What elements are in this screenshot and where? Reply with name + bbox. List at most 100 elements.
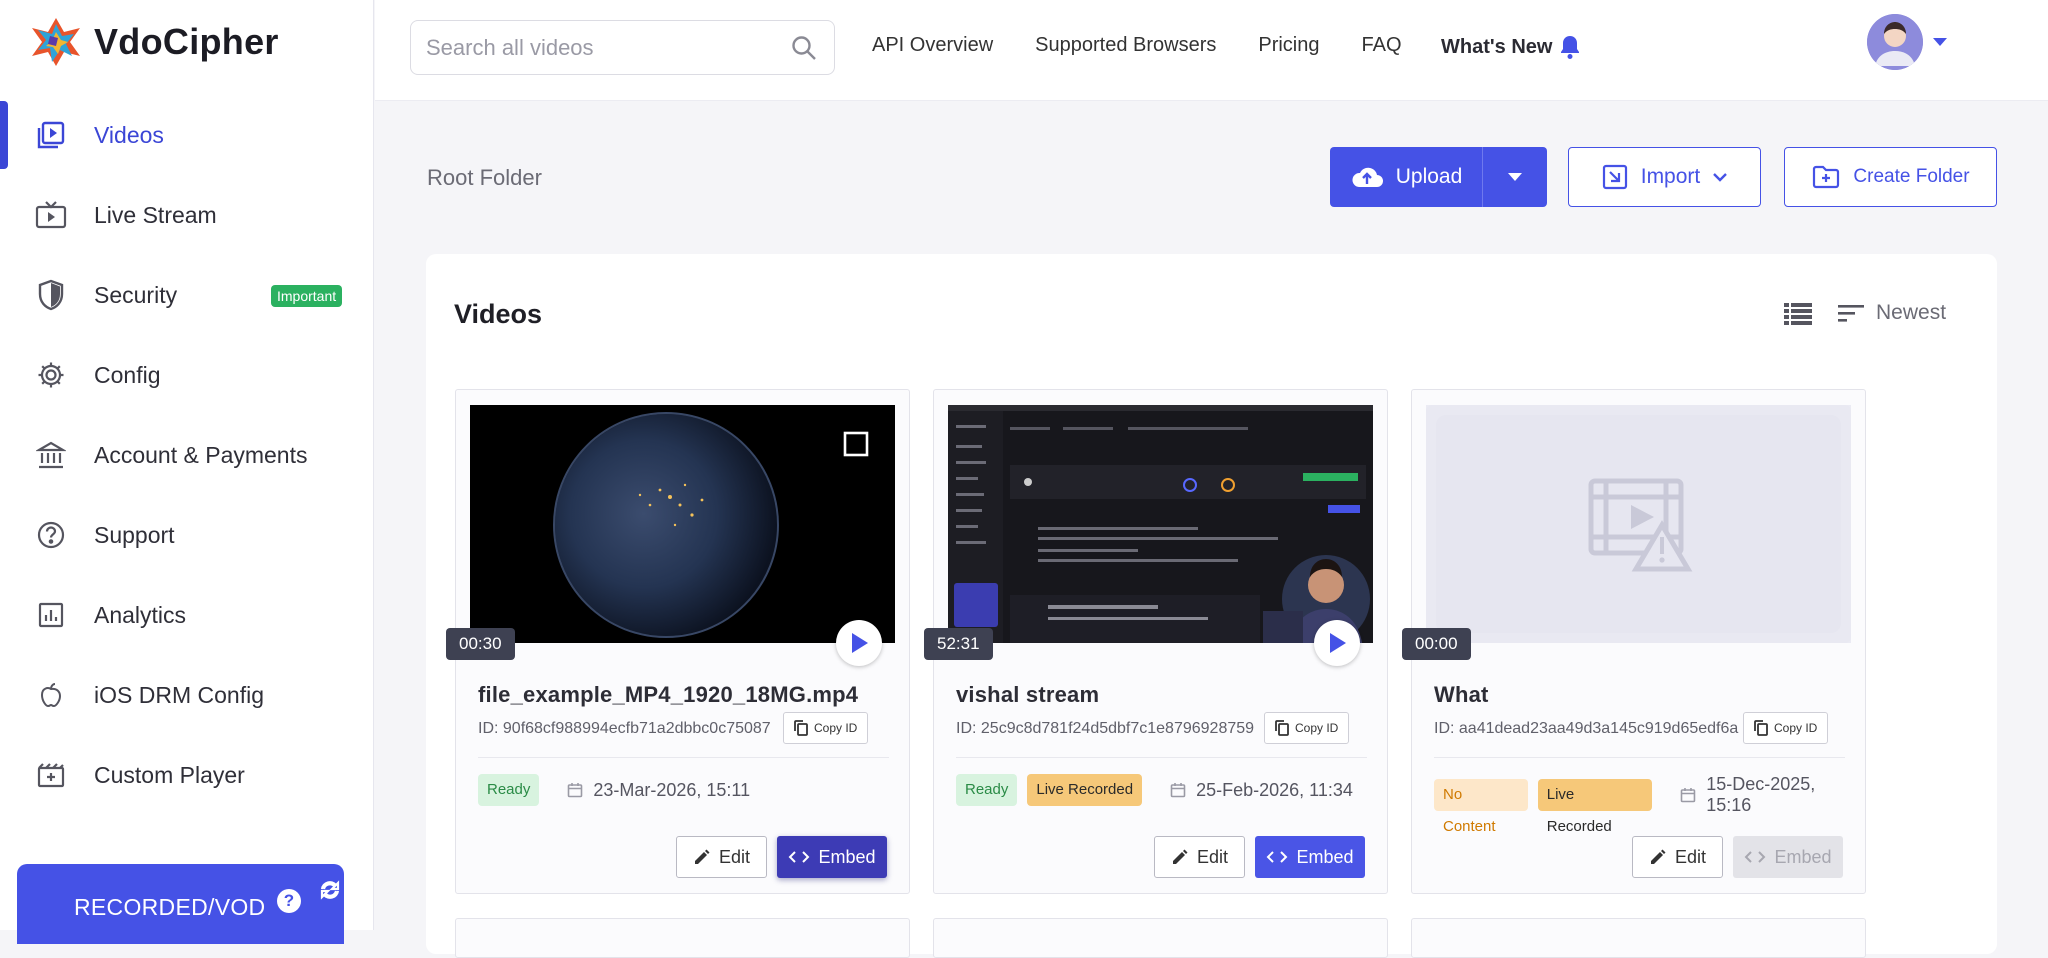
embed-label: Embed <box>1774 846 1832 867</box>
embed-button[interactable]: Embed <box>1733 836 1843 878</box>
import-label: Import <box>1640 165 1701 188</box>
sidebar-item-config[interactable]: Config <box>0 335 373 415</box>
video-card[interactable] <box>455 918 910 958</box>
sort-dropdown[interactable]: Newest <box>1838 301 1946 325</box>
top-links: API Overview Supported Browsers Pricing … <box>872 34 1402 57</box>
sidebar-item-label: iOS DRM Config <box>94 681 264 708</box>
video-thumbnail[interactable] <box>1426 405 1851 643</box>
video-tags: Ready Live Recorded 25-Feb-2026, 11:34 <box>956 774 1353 806</box>
edit-label: Edit <box>1196 846 1229 867</box>
plan-box[interactable]: RECORDED/VOD ? <box>17 864 344 944</box>
video-thumbnail[interactable] <box>948 405 1373 643</box>
plan-label: RECORDED/VOD <box>74 894 266 920</box>
create-folder-button[interactable]: Create Folder <box>1784 147 1997 207</box>
video-tags: Ready 23-Mar-2026, 15:11 <box>478 774 750 806</box>
sort-icon <box>1838 305 1864 322</box>
play-icon[interactable] <box>1314 620 1360 666</box>
sidebar-item-custom-player[interactable]: Custom Player <box>0 735 373 815</box>
card-actions: Edit Embed <box>1154 836 1365 878</box>
link-api-overview[interactable]: API Overview <box>872 34 993 57</box>
sidebar-item-label: Support <box>94 521 175 548</box>
pencil-icon <box>694 849 710 864</box>
calendar-icon <box>1170 783 1186 798</box>
video-card[interactable]: 00:00 What ID: aa41dead23aa49d3a145c919d… <box>1402 389 1866 894</box>
video-thumbnail[interactable] <box>470 405 895 643</box>
copy-id-button[interactable]: Copy ID <box>783 712 869 744</box>
upload-button[interactable]: Upload <box>1330 147 1483 207</box>
avatar[interactable] <box>1867 14 1923 70</box>
card-actions: Edit Embed <box>676 836 887 878</box>
logo[interactable]: VdoCipher <box>28 14 279 70</box>
copy-icon <box>794 720 808 736</box>
sidebar-item-ios-drm-config[interactable]: iOS DRM Config <box>0 655 373 735</box>
code-icon <box>1745 851 1766 863</box>
embed-button[interactable]: Embed <box>1255 836 1365 878</box>
embed-label: Embed <box>1296 846 1354 867</box>
sidebar-item-account-payments[interactable]: Account & Payments <box>0 415 373 495</box>
edit-button[interactable]: Edit <box>676 836 767 878</box>
upload-button-group: Upload <box>1330 147 1547 207</box>
sidebar-item-label: Analytics <box>94 601 187 628</box>
video-card[interactable]: 00:30 file_example_MP4_1920_18MG.mp4 ID:… <box>446 389 910 894</box>
help-circle-icon <box>34 518 68 552</box>
divider <box>478 757 889 758</box>
search-input[interactable] <box>426 21 776 74</box>
gear-icon <box>34 358 68 392</box>
copy-id-button[interactable]: Copy ID <box>1743 712 1829 744</box>
import-button[interactable]: Import <box>1568 147 1761 207</box>
important-badge: Important <box>271 285 343 307</box>
edit-button[interactable]: Edit <box>1154 836 1245 878</box>
embed-button[interactable]: Embed <box>777 836 887 878</box>
link-faq[interactable]: FAQ <box>1362 34 1402 57</box>
account-menu-chevron-icon[interactable] <box>1933 38 1947 46</box>
video-title[interactable]: vishal stream <box>956 682 1099 708</box>
help-icon[interactable]: ? <box>277 889 301 913</box>
sidebar-item-label: Config <box>94 361 161 388</box>
video-title[interactable]: file_example_MP4_1920_18MG.mp4 <box>478 682 858 708</box>
date-text: 15-Dec-2025, 15:16 <box>1706 774 1816 815</box>
video-card[interactable] <box>1411 918 1866 958</box>
edit-label: Edit <box>1674 846 1707 867</box>
sidebar-item-label: Security <box>94 281 178 308</box>
whats-new-link[interactable]: What's New <box>1441 34 1582 60</box>
apple-icon <box>34 678 68 712</box>
video-title[interactable]: What <box>1434 682 1489 708</box>
copy-id-label: Copy ID <box>1295 721 1339 735</box>
sidebar-item-security[interactable]: Security Important <box>0 255 373 335</box>
sidebar-item-live-stream[interactable]: Live Stream <box>0 175 373 255</box>
sidebar-item-videos[interactable]: Videos <box>0 95 373 175</box>
live-recorded-badge: Live Recorded <box>1537 779 1653 835</box>
sidebar-item-label: Custom Player <box>94 761 245 788</box>
topbar: API Overview Supported Browsers Pricing … <box>375 0 2048 101</box>
divider <box>1434 757 1845 758</box>
tv-icon <box>34 198 68 232</box>
video-id: ID: aa41dead23aa49d3a145c919d65edf6a <box>1434 720 1739 737</box>
status-badge: Ready <box>478 774 540 806</box>
play-icon[interactable] <box>836 620 882 666</box>
folder-add-icon <box>1813 165 1840 189</box>
sidebar-item-label: Videos <box>94 121 164 148</box>
vdocipher-logo-icon <box>32 18 80 66</box>
video-date: 25-Feb-2026, 11:34 <box>1170 780 1353 801</box>
link-pricing[interactable]: Pricing <box>1258 34 1319 57</box>
live-recorded-badge: Live Recorded <box>1027 774 1143 806</box>
video-library-icon <box>34 118 68 152</box>
video-card[interactable] <box>933 918 1388 958</box>
copy-id-button[interactable]: Copy ID <box>1264 712 1350 744</box>
app-name: VdoCipher <box>94 21 279 62</box>
search-icon[interactable] <box>790 34 818 62</box>
list-view-icon[interactable] <box>1784 302 1812 326</box>
video-card[interactable]: 52:31 vishal stream ID: 25c9c8d781f24d5d… <box>924 389 1388 894</box>
upload-dropdown-button[interactable] <box>1483 173 1547 181</box>
sidebar-item-support[interactable]: Support <box>0 495 373 575</box>
refresh-icon[interactable] <box>318 878 342 909</box>
embed-label: Embed <box>818 846 876 867</box>
video-id: ID: 25c9c8d781f24d5dbf7c1e8796928759 <box>956 720 1255 737</box>
link-supported-browsers[interactable]: Supported Browsers <box>1035 34 1216 57</box>
sidebar-item-analytics[interactable]: Analytics <box>0 575 373 655</box>
chevron-down-icon <box>1713 173 1728 182</box>
bar-chart-icon <box>34 598 68 632</box>
status-badge: No Content <box>1434 779 1528 835</box>
edit-button[interactable]: Edit <box>1632 836 1723 878</box>
breadcrumb[interactable]: Root Folder <box>427 165 542 191</box>
